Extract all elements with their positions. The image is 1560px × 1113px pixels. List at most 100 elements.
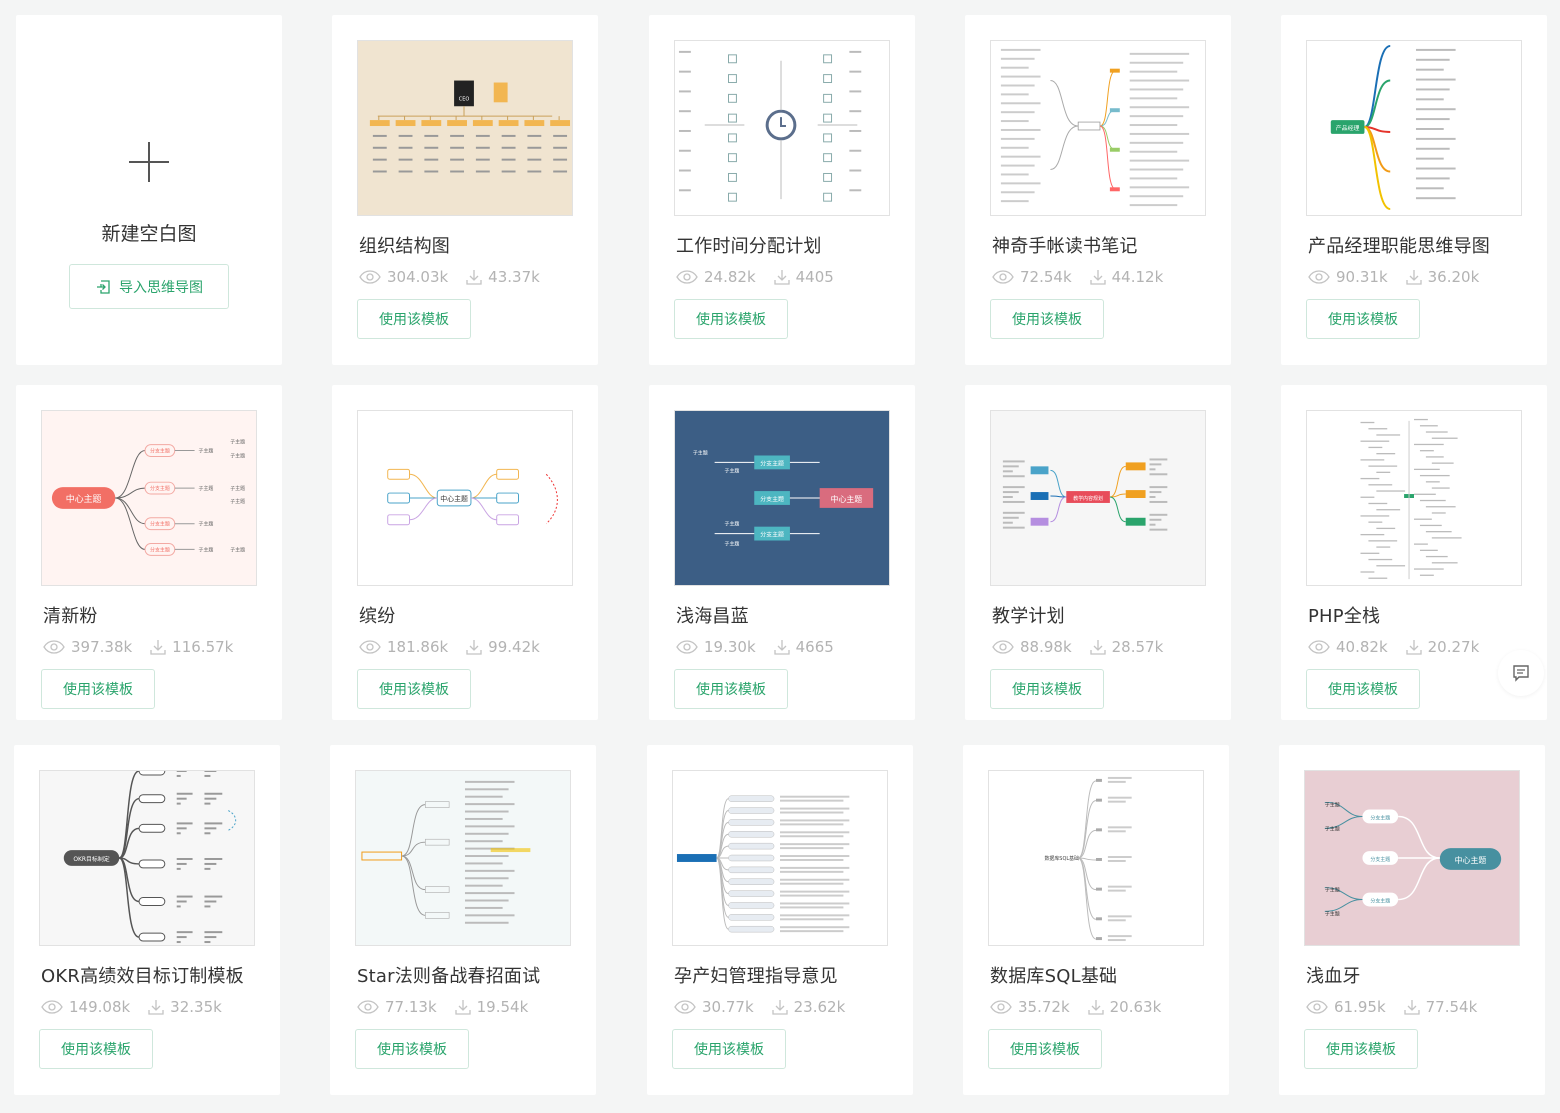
template-stats: 35.72k 20.63k — [990, 998, 1179, 1016]
template-title[interactable]: 神奇手帐读书笔记 — [992, 232, 1138, 258]
use-template-button[interactable]: 使用该模板 — [674, 669, 788, 709]
import-mindmap-button[interactable]: 导入思维导图 — [69, 264, 229, 309]
template-title[interactable]: 浅血牙 — [1306, 962, 1361, 988]
template-thumbnail[interactable]: 中心主题 分支主题 分支主题 分支主题 子主题 子主题 子主题 子主题 — [674, 410, 890, 586]
svg-text:分支主题: 分支主题 — [150, 485, 170, 492]
eye-icon — [43, 640, 65, 654]
use-template-button[interactable]: 使用该模板 — [357, 299, 471, 339]
views-stat: 24.82k — [676, 268, 756, 286]
views-stat: 19.30k — [676, 638, 756, 656]
template-stats: 181.86k 99.42k — [359, 638, 558, 656]
downloads-stat: 32.35k — [148, 998, 222, 1016]
eye-icon — [1306, 1000, 1328, 1014]
use-template-button[interactable]: 使用该模板 — [357, 669, 471, 709]
use-template-button[interactable]: 使用该模板 — [990, 669, 1104, 709]
downloads-count: 99.42k — [488, 638, 540, 656]
svg-text:分支主题: 分支主题 — [760, 495, 784, 503]
template-card[interactable]: 产品经理 产品经理职能思维导图 90.31k 36.20k 使用该模板 — [1281, 15, 1547, 365]
use-template-button[interactable]: 使用该模板 — [674, 299, 788, 339]
template-title[interactable]: 教学计划 — [992, 602, 1065, 628]
template-title[interactable]: 清新粉 — [43, 602, 98, 628]
download-icon — [771, 1000, 788, 1015]
use-template-button[interactable]: 使用该模板 — [1306, 299, 1420, 339]
template-card[interactable]: 工作时间分配计划 24.82k 4405 使用该模板 — [649, 15, 915, 365]
template-thumbnail[interactable]: OKR目标制定 — [39, 770, 255, 946]
new-blank-label[interactable]: 新建空白图 — [16, 219, 282, 246]
views-count: 24.82k — [704, 268, 756, 286]
template-card[interactable]: Star法则备战春招面试 77.13k 19.54k 使用该模板 — [330, 745, 596, 1095]
use-template-button[interactable]: 使用该模板 — [672, 1029, 786, 1069]
template-card[interactable]: 中心主题缤纷 181.86k 99.42k 使用该模板 — [332, 385, 598, 720]
svg-text:子主题: 子主题 — [199, 521, 214, 528]
template-card[interactable]: 教学内容规划教学计划 88.98k 28.57k 使用该模板 — [965, 385, 1231, 720]
download-icon — [773, 270, 790, 285]
downloads-stat: 19.54k — [454, 998, 528, 1016]
plus-icon[interactable] — [129, 142, 169, 182]
use-template-button[interactable]: 使用该模板 — [1304, 1029, 1418, 1069]
template-card[interactable]: 数据库SQL基础 数据库SQL基础 35.72k 20.63k 使用该模板 — [963, 745, 1229, 1095]
template-card[interactable]: CEO 组织结构图 304.03k 43.37k 使用该模板 — [332, 15, 598, 365]
eye-icon — [359, 270, 381, 284]
svg-text:数据库SQL基础: 数据库SQL基础 — [1044, 855, 1079, 862]
views-stat: 181.86k — [359, 638, 448, 656]
download-icon — [1089, 270, 1106, 285]
svg-text:子主题: 子主题 — [230, 439, 245, 446]
views-count: 88.98k — [1020, 638, 1072, 656]
svg-text:中心主题: 中心主题 — [831, 494, 863, 504]
template-thumbnail[interactable]: 中心主题 分支主题 子主题 分支主题 子主题 分支主题 子主题 分支主题 子主题 子主题 子主题 子主… — [41, 410, 257, 586]
use-template-button[interactable]: 使用该模板 — [990, 299, 1104, 339]
downloads-count: 43.37k — [488, 268, 540, 286]
template-title[interactable]: Star法则备战春招面试 — [357, 962, 540, 988]
new-blank-card[interactable]: 新建空白图 导入思维导图 — [16, 15, 282, 365]
template-thumbnail[interactable] — [674, 40, 890, 216]
svg-text:中心主题: 中心主题 — [66, 493, 102, 505]
template-card[interactable]: 神奇手帐读书笔记 72.54k 44.12k 使用该模板 — [965, 15, 1231, 365]
downloads-count: 4405 — [795, 268, 834, 286]
use-template-button[interactable]: 使用该模板 — [355, 1029, 469, 1069]
template-thumbnail[interactable] — [990, 40, 1206, 216]
template-card[interactable]: 中心主题 分支主题 分支主题 分支主题 子主题 子主题 子主题 子主题 浅血牙 61.95k 77.… — [1279, 745, 1545, 1095]
template-stats: 88.98k 28.57k — [992, 638, 1181, 656]
template-title[interactable]: 工作时间分配计划 — [676, 232, 822, 258]
downloads-stat: 43.37k — [466, 268, 540, 286]
use-template-button[interactable]: 使用该模板 — [988, 1029, 1102, 1069]
template-title[interactable]: 组织结构图 — [359, 232, 450, 258]
template-title[interactable]: OKR高绩效目标订制模板 — [41, 962, 244, 988]
downloads-count: 116.57k — [172, 638, 234, 656]
views-count: 149.08k — [69, 998, 131, 1016]
downloads-count: 44.12k — [1111, 268, 1164, 286]
template-thumbnail[interactable] — [355, 770, 571, 946]
template-thumbnail[interactable]: CEO — [357, 40, 573, 216]
template-card[interactable]: 中心主题 分支主题 分支主题 分支主题 子主题 子主题 子主题 子主题 浅海昌蓝 19.30k 46… — [649, 385, 915, 720]
template-title[interactable]: PHP全栈 — [1308, 602, 1380, 628]
use-template-button[interactable]: 使用该模板 — [1306, 669, 1420, 709]
download-icon — [466, 640, 482, 655]
template-card[interactable]: 孕产妇管理指导意见 30.77k 23.62k 使用该模板 — [647, 745, 913, 1095]
use-template-button[interactable]: 使用该模板 — [41, 669, 155, 709]
download-icon — [1089, 640, 1106, 655]
feedback-button[interactable] — [1498, 650, 1544, 696]
template-thumbnail[interactable]: 教学内容规划 — [990, 410, 1206, 586]
thumbnail-graphic: 数据库SQL基础 — [1044, 776, 1132, 942]
template-thumbnail[interactable]: 中心主题 分支主题 分支主题 分支主题 子主题 子主题 子主题 子主题 — [1304, 770, 1520, 946]
template-thumbnail[interactable]: 数据库SQL基础 — [988, 770, 1204, 946]
views-count: 181.86k — [387, 638, 449, 656]
template-thumbnail[interactable] — [1306, 410, 1522, 586]
template-title[interactable]: 数据库SQL基础 — [990, 962, 1117, 988]
template-thumbnail[interactable] — [672, 770, 888, 946]
download-icon — [454, 1000, 471, 1015]
template-card[interactable]: 中心主题 分支主题 子主题 分支主题 子主题 分支主题 子主题 分支主题 子主题 子主题 子主题 子主… — [16, 385, 282, 720]
template-thumbnail[interactable]: 产品经理 — [1306, 40, 1522, 216]
template-card[interactable]: OKR目标制定 OKR高绩效目标订制模板 149.08k 32.35k 使用该模板 — [14, 745, 280, 1095]
template-thumbnail[interactable]: 中心主题 — [357, 410, 573, 586]
downloads-stat: 77.54k — [1403, 998, 1477, 1016]
views-count: 397.38k — [71, 638, 133, 656]
template-title[interactable]: 浅海昌蓝 — [676, 602, 749, 628]
template-title[interactable]: 缤纷 — [359, 602, 395, 628]
template-title[interactable]: 孕产妇管理指导意见 — [674, 962, 838, 988]
downloads-count: 20.27k — [1427, 638, 1480, 656]
use-template-button[interactable]: 使用该模板 — [39, 1029, 153, 1069]
template-title[interactable]: 产品经理职能思维导图 — [1308, 232, 1490, 258]
svg-text:子主题: 子主题 — [693, 450, 708, 457]
svg-text:分支主题: 分支主题 — [1370, 897, 1390, 904]
